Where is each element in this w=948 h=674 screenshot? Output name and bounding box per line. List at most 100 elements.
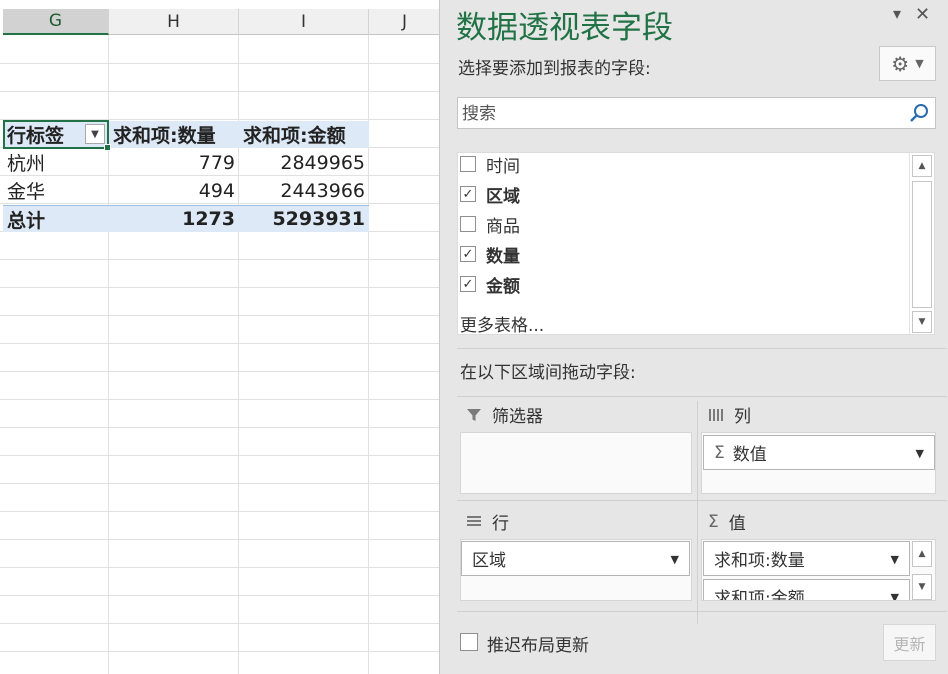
field-label: 区域 (486, 186, 520, 207)
pivot-cell-amount[interactable]: 2443966 (239, 177, 369, 204)
field-list-scrollbar[interactable]: ▲ ▼ (909, 153, 934, 334)
area-divider (457, 611, 947, 612)
chevron-down-icon[interactable]: ▼ (891, 553, 899, 566)
area-divider (457, 396, 947, 397)
chevron-down-icon: ▼ (915, 57, 924, 70)
sigma-icon: Σ (714, 442, 725, 463)
drag-fields-label: 在以下区域间拖动字段: (460, 363, 636, 383)
pivot-header-qty[interactable]: 求和项:数量 (109, 121, 239, 148)
field-item-time[interactable]: 时间 (460, 151, 520, 177)
columns-field-chip[interactable]: Σ 数值 ▼ (703, 435, 935, 470)
pivot-row-label[interactable]: 杭州 (3, 149, 109, 176)
gridline (0, 259, 440, 260)
scroll-up-icon[interactable]: ▲ (912, 155, 932, 177)
field-checkbox[interactable]: ✓ (460, 186, 476, 202)
gridline (0, 623, 440, 624)
update-button[interactable]: 更新 (883, 624, 936, 661)
chip-label: 求和项:金额 (714, 589, 805, 601)
gridline (0, 539, 440, 540)
sigma-icon: Σ (708, 511, 719, 532)
columns-icon (709, 408, 723, 421)
close-icon[interactable]: ✕ (915, 4, 930, 25)
values-area-header: Σ 值 (708, 509, 746, 535)
pivot-cell-qty[interactable]: 494 (109, 177, 239, 204)
active-cell-cursor (3, 120, 111, 151)
gridline (0, 287, 440, 288)
field-item-region[interactable]: ✓ 区域 (460, 181, 520, 207)
gridline (0, 343, 440, 344)
values-area-label: 值 (728, 514, 746, 534)
chevron-down-icon[interactable]: ▼ (891, 591, 899, 600)
gridline (0, 567, 440, 568)
filters-drop-area[interactable] (460, 432, 692, 494)
choose-fields-label: 选择要添加到报表的字段: (458, 59, 651, 79)
pivot-row-label[interactable]: 金华 (3, 177, 109, 204)
gridline (0, 399, 440, 400)
columns-area-header: 列 (708, 402, 751, 427)
values-field-chip[interactable]: 求和项:金额 ▼ (703, 579, 910, 601)
chip-label: 区域 (472, 551, 506, 571)
scroll-down-icon[interactable]: ▼ (912, 574, 932, 600)
field-checkbox[interactable]: ✓ (460, 246, 476, 262)
column-header-h[interactable]: H (109, 9, 239, 35)
chip-label: 数值 (732, 445, 767, 465)
gridline (0, 651, 440, 652)
search-input[interactable] (460, 100, 904, 128)
values-drop-area[interactable]: 求和项:数量 ▼ 求和项:金额 ▼ ▲ ▼ (701, 539, 936, 601)
defer-update-checkbox[interactable] (460, 633, 478, 651)
gridline (0, 511, 440, 512)
pivot-total-label[interactable]: 总计 (3, 205, 109, 232)
column-header-j[interactable]: J (369, 9, 440, 35)
filters-area-header: 筛选器 (466, 402, 543, 427)
scroll-down-icon[interactable]: ▼ (912, 311, 932, 333)
pivot-cell-amount[interactable]: 2849965 (239, 149, 369, 176)
gridline (0, 455, 440, 456)
search-icon[interactable] (909, 103, 929, 123)
chip-label: 求和项:数量 (714, 551, 805, 571)
spreadsheet-grid[interactable]: G H I J 行标签 ▼ 求和项:数量 求和项:金额 杭州 779 28499… (0, 0, 440, 674)
rows-field-chip[interactable]: 区域 ▼ (461, 541, 690, 576)
field-item-amount[interactable]: ✓ 金额 (460, 271, 520, 297)
field-checkbox[interactable] (460, 216, 476, 232)
field-checkbox[interactable] (460, 156, 476, 172)
search-box[interactable] (457, 97, 936, 129)
field-item-quantity[interactable]: ✓ 数量 (460, 241, 520, 267)
gridline (0, 63, 440, 64)
chevron-down-icon[interactable]: ▼ (916, 447, 924, 460)
column-header-g[interactable]: G (3, 9, 109, 35)
gridline (0, 315, 440, 316)
defer-update-label: 推迟布局更新 (487, 636, 589, 656)
chevron-down-icon[interactable]: ▼ (671, 553, 679, 566)
pane-title: 数据透视表字段 (456, 10, 673, 46)
rows-icon (467, 515, 481, 526)
gridline (0, 595, 440, 596)
field-label: 金额 (486, 276, 520, 297)
scroll-up-icon[interactable]: ▲ (912, 541, 932, 567)
pivot-total-amount[interactable]: 5293931 (239, 205, 369, 232)
pivot-cell-qty[interactable]: 779 (109, 149, 239, 176)
pane-options-icon[interactable]: ▾ (893, 4, 901, 23)
field-list: 时间 ✓ 区域 商品 ✓ 数量 ✓ 金额 更多表格... ▲ ▼ (457, 151, 935, 336)
pivot-header-amount[interactable]: 求和项:金额 (239, 121, 369, 148)
tools-button[interactable]: ⚙ ▼ (879, 46, 936, 81)
field-checkbox[interactable]: ✓ (460, 276, 476, 292)
column-header-i[interactable]: I (239, 9, 369, 35)
gridline (0, 427, 440, 428)
pane-splitter[interactable] (457, 348, 947, 349)
field-item-product[interactable]: 商品 (460, 211, 520, 237)
rows-area-label: 行 (492, 514, 509, 534)
more-tables-link[interactable]: 更多表格... (460, 311, 544, 336)
field-label: 商品 (486, 216, 520, 237)
gridline (0, 91, 440, 92)
values-field-chip[interactable]: 求和项:数量 ▼ (703, 541, 910, 576)
pivot-field-pane: 数据透视表字段 ▾ ✕ 选择要添加到报表的字段: ⚙ ▼ 时间 ✓ 区域 商品 … (439, 0, 948, 674)
field-label: 时间 (486, 156, 520, 177)
gridline (0, 483, 440, 484)
filters-area-label: 筛选器 (492, 407, 543, 427)
filter-icon (467, 408, 481, 421)
scrollbar-thumb[interactable] (912, 181, 932, 308)
pivot-total-qty[interactable]: 1273 (109, 205, 239, 232)
area-divider (697, 401, 698, 624)
gridline (0, 371, 440, 372)
area-divider (457, 500, 947, 501)
